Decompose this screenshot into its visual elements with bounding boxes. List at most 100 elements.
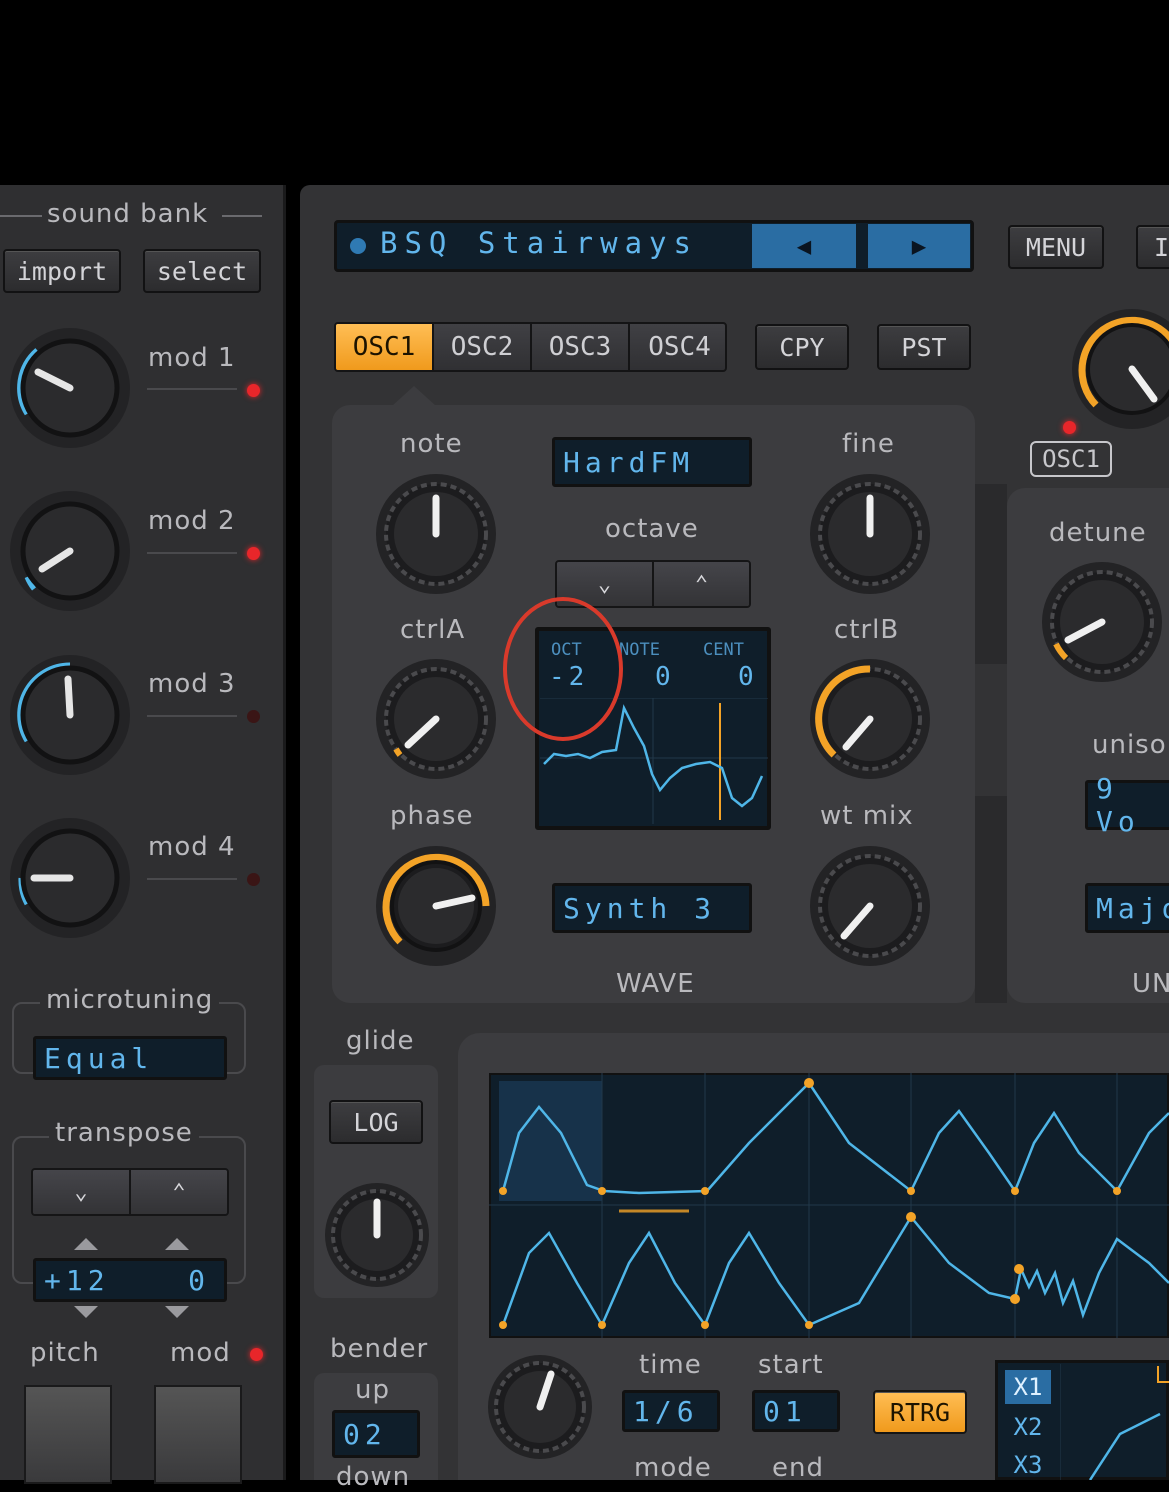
mod-4-label: mod 4	[148, 832, 236, 862]
mod-2-label: mod 2	[148, 506, 236, 536]
lfo-graph[interactable]	[489, 1073, 1169, 1338]
lfo-time-display[interactable]: 1/6	[622, 1390, 720, 1432]
unison-footer-label: UN	[1132, 969, 1169, 999]
tab-osc1[interactable]: OSC1	[336, 324, 434, 370]
bender-down-label: down	[336, 1462, 411, 1492]
divider	[147, 715, 237, 717]
wave-mode-display[interactable]: HardFM	[552, 437, 752, 487]
connector	[975, 484, 1007, 664]
cent-value[interactable]: 0	[738, 662, 754, 692]
osc-level-knob[interactable]	[1068, 305, 1169, 435]
sound-bank-title: sound bank	[47, 199, 209, 229]
mod-3-knob[interactable]	[4, 649, 136, 781]
transpose-cents-value: 0	[188, 1263, 210, 1297]
transpose-up-button[interactable]: ⌃	[129, 1170, 227, 1214]
preset-prev-button[interactable]: ◀	[752, 224, 856, 268]
copy-button[interactable]: CPY	[755, 324, 849, 370]
cent-label: CENT	[703, 640, 744, 660]
preset-next-button[interactable]: ▶	[868, 224, 970, 268]
wave-name-display[interactable]: Synth 3	[552, 883, 752, 933]
ctrlB-knob[interactable]	[806, 655, 934, 783]
lfo-mode-label: mode	[634, 1453, 712, 1483]
lfo-end-label: end	[772, 1453, 824, 1483]
note-value[interactable]: 0	[655, 662, 671, 692]
mod-3-led	[247, 710, 260, 723]
mod-4-knob[interactable]	[4, 812, 136, 944]
chord-display[interactable]: Majo	[1085, 883, 1169, 933]
tab-osc3[interactable]: OSC3	[532, 324, 630, 370]
mod-1-knob[interactable]	[4, 322, 136, 454]
ctrlB-label: ctrlB	[834, 615, 900, 645]
lfo-amount-knob[interactable]	[485, 1352, 595, 1462]
cents-up-arrow-icon[interactable]	[165, 1238, 189, 1250]
osc-tabs: OSC1 OSC2 OSC3 OSC4	[334, 322, 727, 372]
wt-mix-knob[interactable]	[806, 842, 934, 970]
annotation-circle	[503, 597, 623, 741]
bender-up-label: up	[355, 1375, 390, 1405]
init-button[interactable]: I	[1136, 225, 1169, 269]
cents-down-arrow-icon[interactable]	[165, 1306, 189, 1318]
mod-1-label: mod 1	[148, 343, 236, 373]
note-knob[interactable]	[372, 470, 500, 598]
bender-label: bender	[330, 1334, 429, 1364]
transpose-down-button[interactable]: ⌄	[33, 1170, 129, 1214]
import-button[interactable]: import	[3, 249, 121, 293]
mod-2-led	[247, 547, 260, 560]
menu-button[interactable]: MENU	[1008, 225, 1104, 269]
mod-3-label: mod 3	[148, 669, 236, 699]
voices-display[interactable]: 9 Vo	[1085, 772, 1169, 838]
fine-knob[interactable]	[806, 470, 934, 598]
lfo-time-label: time	[639, 1350, 702, 1380]
ctrlA-knob[interactable]	[372, 655, 500, 783]
octave-label: octave	[605, 514, 699, 544]
glide-mode-button[interactable]: LOG	[329, 1100, 423, 1144]
wt-mix-label: wt mix	[820, 801, 914, 831]
divider	[147, 388, 237, 390]
semis-up-arrow-icon[interactable]	[74, 1238, 98, 1250]
select-button[interactable]: select	[143, 249, 261, 293]
tab-pointer	[392, 386, 436, 406]
lfo-start-display[interactable]: 01	[752, 1390, 840, 1432]
transpose-semis-value: +12	[44, 1263, 110, 1297]
tab-osc4[interactable]: OSC4	[630, 324, 725, 370]
glide-label: glide	[346, 1026, 415, 1056]
microtuning-title: microtuning	[40, 985, 220, 1015]
detune-knob[interactable]	[1038, 558, 1166, 686]
octave-up-button[interactable]: ⌃	[652, 562, 749, 606]
paste-button[interactable]: PST	[877, 324, 971, 370]
osc-level-led	[1063, 421, 1076, 434]
transpose-title: transpose	[49, 1118, 199, 1148]
note-label: note	[400, 429, 463, 459]
transpose-display[interactable]: +12 0	[33, 1258, 227, 1302]
tab-osc2[interactable]: OSC2	[434, 324, 532, 370]
multiplier-x1[interactable]: X1	[1005, 1370, 1051, 1404]
microtuning-display[interactable]: Equal	[33, 1036, 227, 1080]
osc-target-button[interactable]: OSC1	[1030, 441, 1112, 477]
glide-knob[interactable]	[322, 1180, 432, 1290]
semis-down-arrow-icon[interactable]	[74, 1306, 98, 1318]
divider	[147, 552, 237, 554]
mod-wheel-label: mod	[170, 1338, 231, 1368]
fine-label: fine	[842, 429, 895, 459]
mod-2-knob[interactable]	[4, 485, 136, 617]
ctrlA-label: ctrlA	[400, 615, 466, 645]
multiplier-x2[interactable]: X2	[1005, 1410, 1051, 1444]
lfo-mini-curve	[1060, 1364, 1169, 1480]
divider	[147, 878, 237, 880]
transpose-stepper[interactable]: ⌄ ⌃	[31, 1168, 229, 1216]
pitch-wheel[interactable]	[24, 1385, 112, 1484]
mod-wheel[interactable]	[154, 1385, 242, 1484]
mod-wheel-led	[250, 1348, 263, 1361]
connector	[975, 796, 1007, 1003]
phase-knob[interactable]	[372, 842, 500, 970]
wave-footer-label: WAVE	[616, 969, 695, 999]
lfo-start-label: start	[758, 1350, 824, 1380]
preset-name[interactable]: BSQ Stairways	[380, 226, 698, 260]
multiplier-x3[interactable]: X3	[1005, 1450, 1051, 1480]
retrig-button[interactable]: RTRG	[873, 1390, 967, 1434]
mod-4-led	[247, 873, 260, 886]
bender-up-display[interactable]: 02	[332, 1410, 420, 1458]
pitch-label: pitch	[30, 1338, 100, 1368]
unison-label: uniso	[1092, 730, 1167, 760]
preset-dot-icon	[350, 238, 366, 254]
